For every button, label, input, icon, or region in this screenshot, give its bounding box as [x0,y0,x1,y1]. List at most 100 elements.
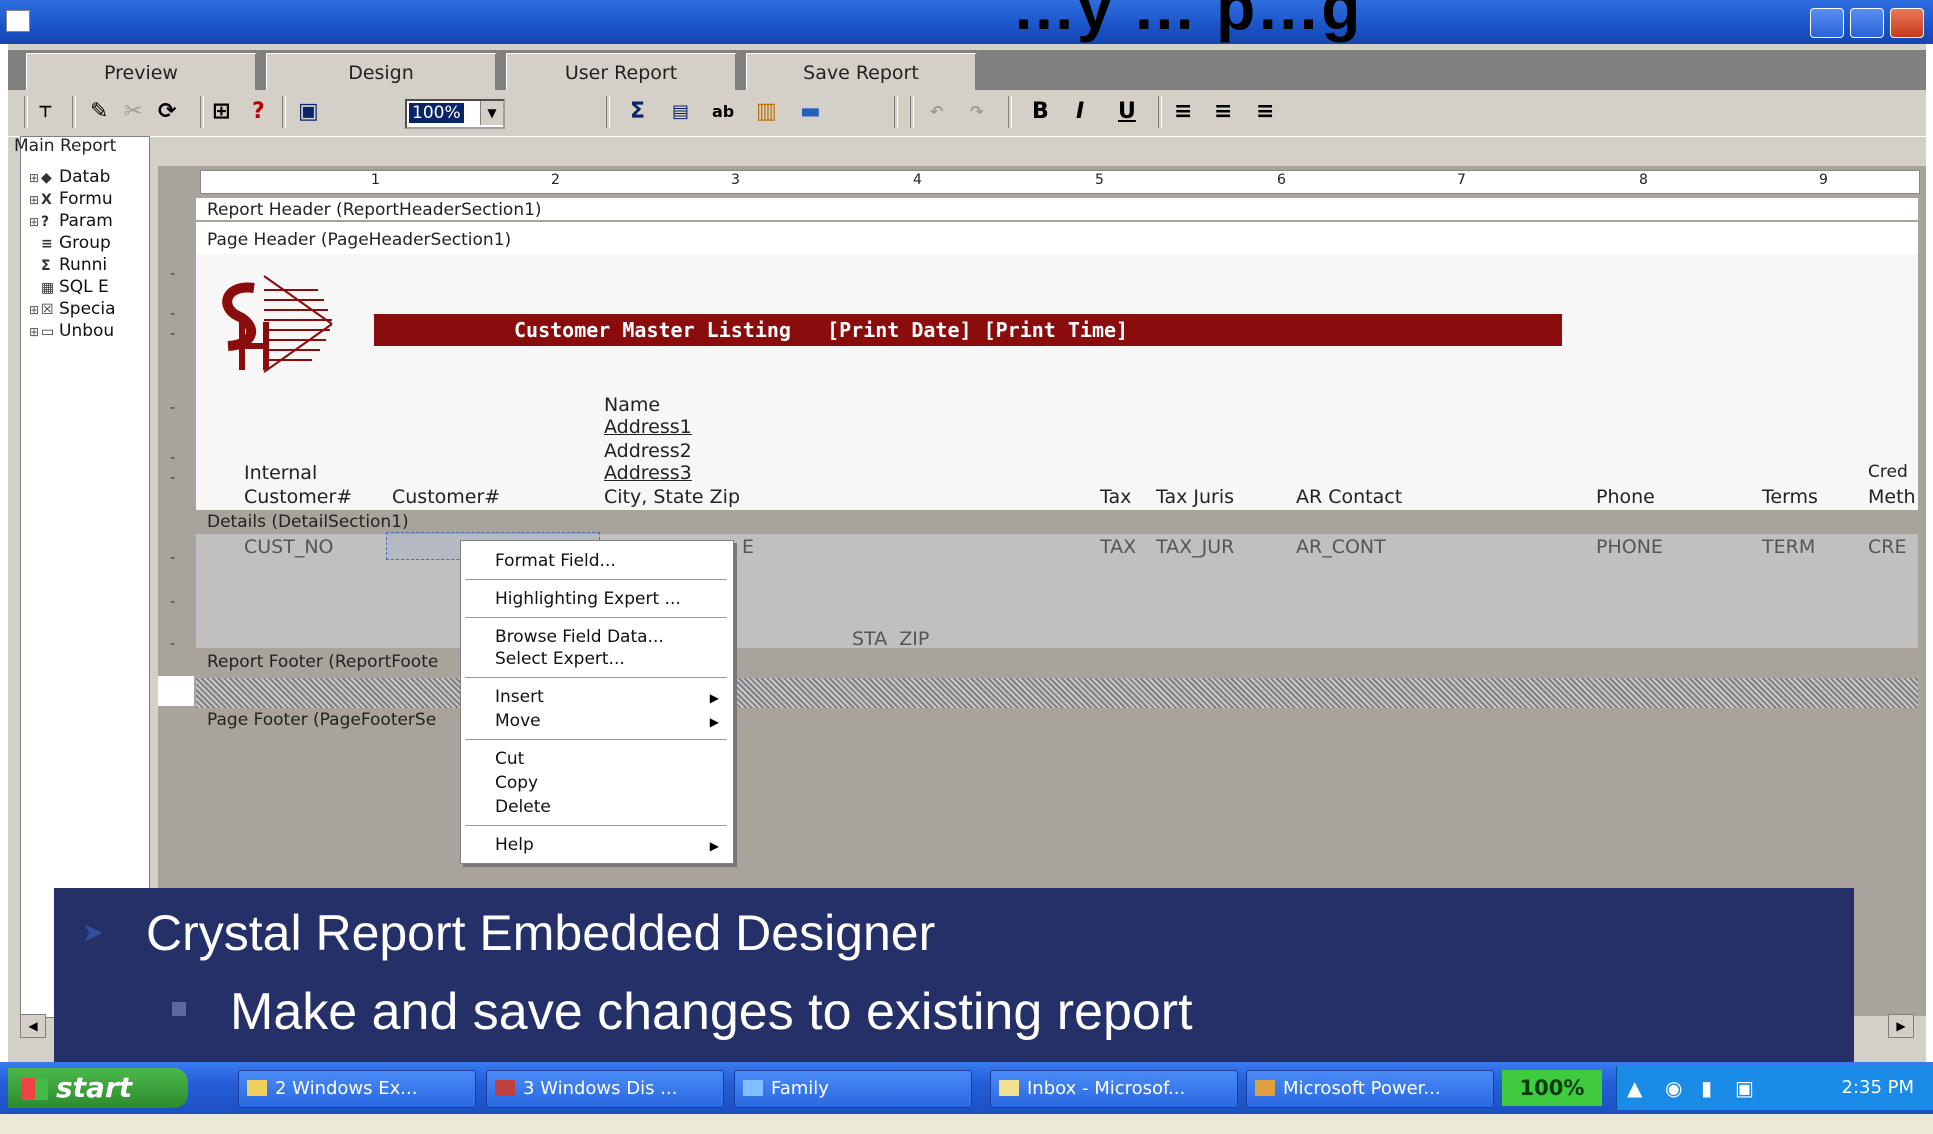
task-family[interactable]: Family [734,1070,972,1108]
gutter-marker: - [170,594,176,610]
picture-icon[interactable]: ▬ [800,98,821,126]
gutter-marker: - [170,326,176,342]
insert-field-icon[interactable]: ✎ [90,98,108,126]
suppressed-report-footer-band[interactable] [196,678,1918,708]
menu-item-delete[interactable]: Delete [495,797,551,817]
detail-field-tax-jur[interactable]: TAX_JUR [1156,536,1234,558]
column-head-internal-customer-no[interactable]: Customer# [244,486,352,508]
column-head-cred[interactable]: Cred [1868,462,1908,482]
app-window-icon [495,1080,515,1096]
underline-button[interactable]: U [1118,98,1136,126]
menu-item-highlighting-expert[interactable]: Highlighting Expert ... [495,589,681,609]
export-icon[interactable]: ⊞ [212,98,230,126]
menu-item-select-expert[interactable]: Select Expert... [495,649,625,669]
printer-tray-icon[interactable]: ▣ [1735,1076,1754,1100]
column-head-terms[interactable]: Terms [1762,486,1818,508]
tree-item-parameter[interactable]: ⊞? Param [29,211,113,231]
refresh-icon[interactable]: ⟳ [158,98,176,126]
detail-field-sta-zip[interactable]: STA ZIP [852,628,929,650]
tree-item-sql-expression[interactable]: ▦ SQL E [29,277,109,297]
scroll-right-icon[interactable]: ▶ [1888,1014,1914,1038]
sum-icon[interactable]: Σ [630,98,645,126]
tab-preview[interactable]: Preview [26,53,257,92]
gutter-marker: - [170,470,176,486]
unbound-field-icon: ▭ [41,324,55,340]
bold-button[interactable]: B [1032,98,1049,126]
menu-item-browse-field-data[interactable]: Browse Field Data... [495,627,664,647]
help-icon[interactable]: ? [252,98,265,126]
menu-item-cut[interactable]: Cut [495,749,524,769]
column-head-address3[interactable]: Address3 [604,462,692,484]
signal-tray-icon[interactable]: ▮ [1701,1076,1712,1100]
column-head-tax[interactable]: Tax [1100,486,1131,508]
column-head-tax-juris[interactable]: Tax Juris [1156,486,1234,508]
tree-toggle-icon[interactable]: ⊤ [38,98,53,126]
task-powerpoint[interactable]: Microsoft Power... [1246,1070,1494,1108]
text-object-icon[interactable]: ab [712,98,734,126]
gutter-marker: - [170,636,176,652]
clock[interactable]: 2:35 PM [1841,1077,1914,1098]
italic-button[interactable]: I [1076,98,1084,126]
detail-field-phone[interactable]: PHONE [1596,536,1663,558]
minimize-button[interactable] [1810,8,1844,38]
detail-field-cust-no[interactable]: CUST_NO [244,536,334,558]
scroll-left-icon[interactable]: ◀ [20,1014,46,1038]
column-head-address2[interactable]: Address2 [604,440,692,462]
align-right-icon[interactable]: ≡ [1256,98,1274,126]
save-icon[interactable]: ▣ [298,98,319,126]
column-head-address1[interactable]: Address1 [604,416,692,438]
network-tray-icon[interactable]: ◉ [1665,1076,1682,1100]
column-head-city-state-zip[interactable]: City, State Zip [604,486,740,508]
task-windows-explorer[interactable]: 2 Windows Ex... [238,1070,476,1108]
align-left-icon[interactable]: ≡ [1174,98,1192,126]
folder-icon [247,1080,267,1096]
database-icon: ◆ [41,170,52,186]
tab-save-report[interactable]: Save Report [746,53,977,92]
menu-item-format-field[interactable]: Format Field... [495,551,616,571]
report-title-field[interactable]: Customer Master Listing [Print Date] [Pr… [374,314,1562,346]
tab-user-report[interactable]: User Report [506,53,737,92]
tree-item-database[interactable]: ⊞ ◆ Datab [29,167,110,187]
menu-item-move[interactable]: Move [495,711,541,731]
zoom-select[interactable]: 100% ▼ [405,99,505,129]
submenu-arrow-icon: ▶ [709,715,719,729]
caption-heading: Crystal Report Embedded Designer [146,905,936,961]
report-footer-label: Report Footer (ReportFoote [207,652,439,672]
close-button[interactable] [1890,8,1924,38]
group-icon[interactable]: ▤ [672,98,689,126]
tree-item-formula[interactable]: ⊞ X Formu [29,189,113,209]
menu-item-help[interactable]: Help [495,835,534,855]
column-head-method[interactable]: Meth [1868,486,1916,508]
chart-icon[interactable]: ▥ [756,98,777,126]
tree-item-unbound[interactable]: ⊞ ▭ Unbou [29,321,114,341]
page-header-label: Page Header (PageHeaderSection1) [207,230,512,250]
column-head-internal[interactable]: Internal [244,462,317,484]
detail-field-cre[interactable]: CRE [1868,536,1906,558]
task-inbox-outlook[interactable]: Inbox - Microsof... [990,1070,1238,1108]
gutter-marker: - [170,450,176,466]
chevron-down-icon[interactable]: ▼ [480,101,503,125]
tree-item-special[interactable]: ⊞ ☒ Specia [29,299,116,319]
align-center-icon[interactable]: ≡ [1214,98,1232,126]
app-icon[interactable] [6,10,30,32]
tray-icon[interactable]: ▲ [1627,1076,1642,1100]
start-button[interactable]: start [8,1068,188,1108]
tree-item-running-total[interactable]: Σ Runni [29,255,107,275]
tree-item-group[interactable]: ≡ Group [29,233,111,253]
toolbar: ⊤ ✎ ✂ ⟳ ⊞ ? ▣ 100% ▼ Σ ▤ ab ▥ ▬ ↶ ↷ B I … [8,90,1926,137]
column-head-phone[interactable]: Phone [1596,486,1655,508]
column-head-name[interactable]: Name [604,394,660,416]
maximize-button[interactable] [1850,8,1884,38]
menu-item-insert[interactable]: Insert [495,687,544,707]
ruler-mark: 7 [1457,172,1466,188]
column-head-ar-contact[interactable]: AR Contact [1296,486,1402,508]
detail-field-ar-cont[interactable]: AR_CONT [1296,536,1386,558]
detail-field-name-fragment[interactable]: E [742,536,754,558]
task-windows-display[interactable]: 3 Windows Dis ... [486,1070,724,1108]
detail-field-tax[interactable]: TAX [1100,536,1136,558]
column-head-customer-no[interactable]: Customer# [392,486,500,508]
detail-field-term[interactable]: TERM [1762,536,1815,558]
report-footer-gutter [158,676,194,706]
menu-item-copy[interactable]: Copy [495,773,538,793]
tab-design[interactable]: Design [266,53,497,92]
